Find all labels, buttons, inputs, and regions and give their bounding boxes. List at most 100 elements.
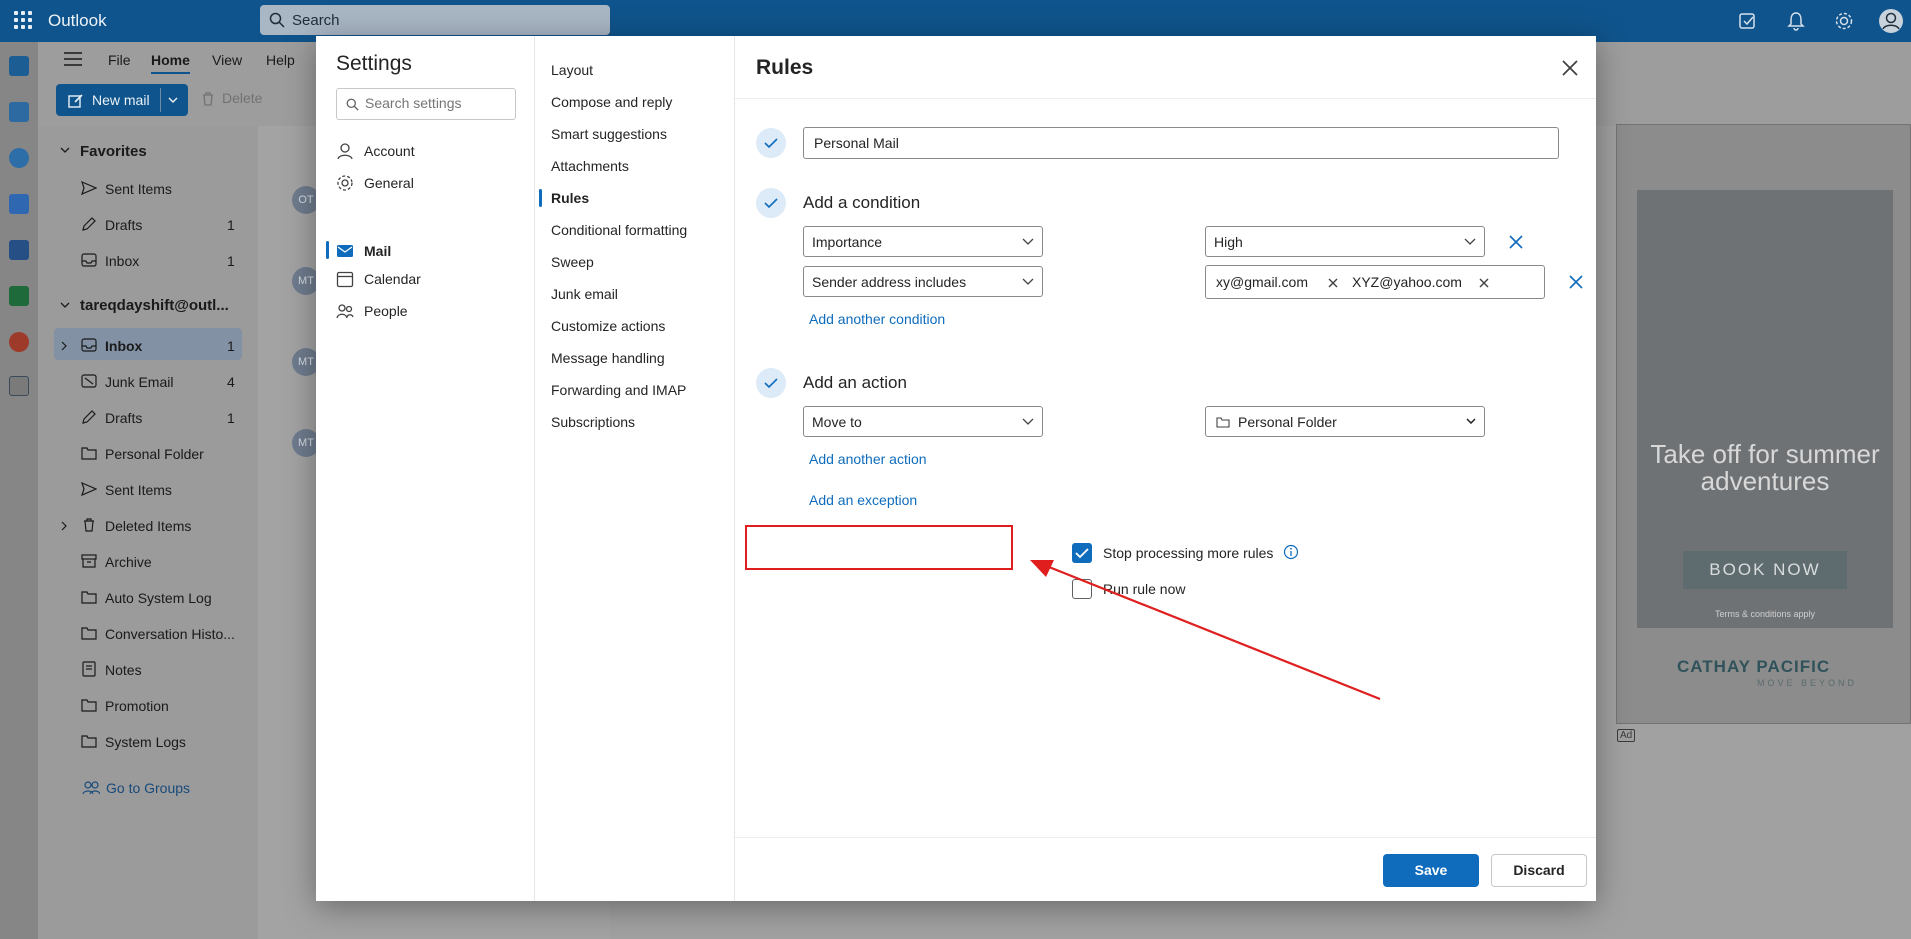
favorite-sent-items[interactable]: Sent Items [105, 181, 172, 197]
tab-home[interactable]: Home [151, 52, 190, 74]
folder-item[interactable]: Promotion [105, 698, 169, 714]
folder-item[interactable]: System Logs [105, 734, 186, 750]
subnav-item-forwarding-and-imap[interactable]: Forwarding and IMAP [551, 382, 686, 398]
favorite-drafts[interactable]: Drafts [105, 217, 142, 233]
subnav-item-rules[interactable]: Rules [551, 190, 589, 206]
subnav-item-attachments[interactable]: Attachments [551, 158, 629, 174]
hamburger-icon[interactable] [64, 52, 82, 66]
search-label: Search [292, 12, 340, 29]
header-divider [735, 98, 1596, 99]
folder-item[interactable]: Junk Email [105, 374, 173, 390]
folder-item[interactable]: Sent Items [105, 482, 172, 498]
more-apps-icon[interactable] [9, 376, 29, 396]
add-exception-link[interactable]: Add an exception [809, 492, 917, 508]
rules-panel: Rules Add a condition Importance High Se… [735, 36, 1596, 901]
action-field-dropdown[interactable]: Move to [803, 406, 1043, 437]
draft-icon [82, 217, 96, 231]
add-condition-link[interactable]: Add another condition [809, 311, 945, 327]
condition-value-dropdown[interactable]: High [1205, 226, 1485, 257]
excel-app-icon[interactable] [9, 286, 29, 306]
nav-label: General [364, 175, 414, 191]
nav-general[interactable]: General [336, 167, 526, 197]
new-mail-button[interactable]: New mail [56, 84, 188, 116]
account-header[interactable]: tareqdayshift@outl... [80, 297, 229, 314]
folder-icon [1216, 417, 1230, 428]
chevron-down-icon [1466, 418, 1476, 424]
folder-item[interactable]: Conversation Histo... [105, 626, 235, 642]
subnav-item-smart-suggestions[interactable]: Smart suggestions [551, 126, 667, 142]
save-button[interactable]: Save [1383, 854, 1479, 887]
chevron-down-icon [1022, 418, 1034, 425]
remove-condition-icon[interactable] [1568, 274, 1584, 290]
mail-app-icon[interactable] [9, 56, 29, 76]
nav-account[interactable]: Account [336, 135, 526, 165]
trash-icon [203, 92, 213, 106]
subnav-item-subscriptions[interactable]: Subscriptions [551, 414, 635, 430]
action-folder-dropdown[interactable]: Personal Folder [1205, 406, 1485, 437]
remove-condition-icon[interactable] [1508, 234, 1524, 250]
remove-tag-icon[interactable] [1327, 277, 1339, 289]
favorites-header[interactable]: Favorites [80, 143, 147, 160]
nav-mail[interactable]: Mail [336, 235, 526, 265]
folder-item[interactable]: Notes [105, 662, 142, 678]
send-icon [81, 481, 97, 497]
chevron-down-icon[interactable] [168, 97, 178, 103]
chevron-down-icon[interactable] [60, 302, 70, 308]
tab-file[interactable]: File [108, 52, 131, 68]
rule-name-input[interactable] [812, 134, 1542, 152]
folder-item[interactable]: Personal Folder [105, 446, 204, 462]
ad-book-now-button[interactable]: BOOK NOW [1683, 551, 1847, 589]
powerpoint-app-icon[interactable] [9, 332, 29, 352]
calendar-app-icon[interactable] [9, 102, 29, 122]
condition-field-dropdown[interactable]: Importance [803, 226, 1043, 257]
word-app-icon[interactable] [9, 240, 29, 260]
favorite-inbox[interactable]: Inbox [105, 253, 139, 269]
people-app-icon[interactable] [9, 148, 29, 168]
subnav-item-conditional-formatting[interactable]: Conditional formatting [551, 222, 687, 238]
app-rail [0, 42, 38, 939]
subnav-item-junk-email[interactable]: Junk email [551, 286, 618, 302]
remove-tag-icon[interactable] [1478, 277, 1490, 289]
subnav-item-compose-and-reply[interactable]: Compose and reply [551, 94, 672, 110]
chevron-right-icon[interactable] [61, 341, 67, 351]
folder-item[interactable]: Inbox [105, 338, 142, 354]
subnav-item-message-handling[interactable]: Message handling [551, 350, 665, 366]
subnav-item-layout[interactable]: Layout [551, 62, 593, 78]
my-day-icon[interactable] [1737, 10, 1759, 32]
discard-button[interactable]: Discard [1491, 854, 1587, 887]
note-icon [82, 661, 96, 677]
settings-search-input[interactable] [363, 94, 511, 112]
bell-icon[interactable] [1785, 10, 1807, 32]
sender-address-tags[interactable]: xy@gmail.com XYZ@yahoo.com [1205, 265, 1545, 299]
rule-name-field[interactable] [803, 127, 1559, 159]
add-action-link[interactable]: Add another action [809, 451, 927, 467]
ad-terms: Terms & conditions apply [1714, 609, 1816, 619]
todo-app-icon[interactable] [9, 194, 29, 214]
tab-view[interactable]: View [212, 52, 242, 68]
ad-banner[interactable]: Take off for summer adventures BOOK NOW … [1616, 124, 1911, 724]
inbox-count: 1 [227, 253, 235, 269]
annotation-highlight-box [745, 525, 1013, 570]
search-box[interactable]: Search [260, 5, 610, 35]
subnav-item-customize-actions[interactable]: Customize actions [551, 318, 665, 334]
nav-people[interactable]: People [336, 295, 526, 325]
settings-title: Settings [336, 52, 412, 75]
tab-help[interactable]: Help [266, 52, 295, 68]
settings-search[interactable] [336, 88, 516, 120]
chevron-down-icon[interactable] [60, 147, 70, 153]
close-icon[interactable] [1558, 56, 1582, 80]
chevron-right-icon[interactable] [61, 521, 67, 531]
folder-item[interactable]: Drafts [105, 410, 142, 426]
folder-item[interactable]: Auto System Log [105, 590, 212, 606]
search-icon [269, 12, 285, 28]
folder-item[interactable]: Archive [105, 554, 152, 570]
nav-calendar[interactable]: Calendar [336, 263, 526, 293]
gear-icon[interactable] [1833, 10, 1855, 32]
condition-field-dropdown[interactable]: Sender address includes [803, 266, 1043, 297]
subnav-item-sweep[interactable]: Sweep [551, 254, 594, 270]
go-to-groups-link[interactable]: Go to Groups [106, 780, 190, 796]
app-launcher-icon[interactable] [14, 11, 34, 31]
avatar-icon[interactable] [1878, 8, 1904, 34]
folder-item[interactable]: Deleted Items [105, 518, 191, 534]
delete-button[interactable]: Delete [222, 90, 262, 106]
